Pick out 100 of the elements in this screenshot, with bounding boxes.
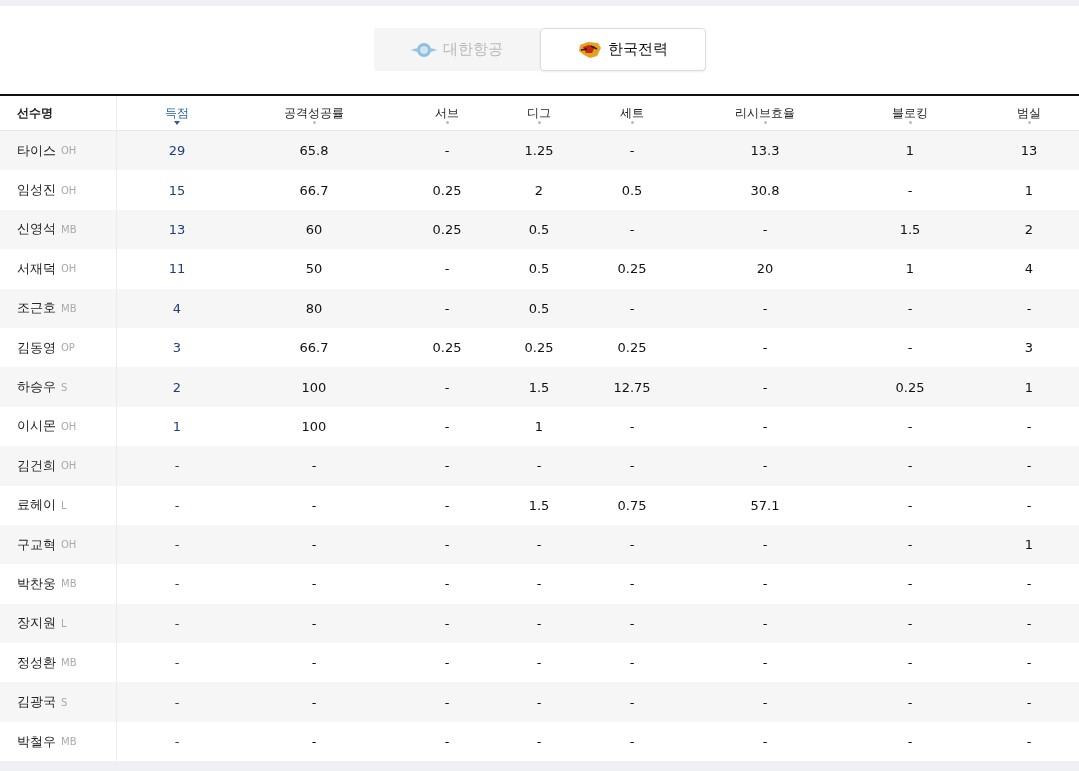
column-header[interactable]: 디그: [503, 96, 575, 130]
table-cell: -: [1026, 734, 1032, 750]
table-cell: -: [536, 576, 542, 592]
table-cell: -: [629, 300, 635, 316]
player-name: 신영석: [17, 220, 56, 239]
table-cell: -: [1026, 615, 1032, 631]
position-label: OH: [61, 420, 77, 432]
table-cell: 0.5: [528, 300, 550, 316]
team-tab[interactable]: 한국전력: [539, 28, 706, 71]
table-cell: 0.25: [524, 340, 554, 356]
table-cell: -: [762, 655, 768, 671]
table-cell: 1: [1024, 379, 1034, 395]
table-cell: 1.5: [528, 379, 550, 395]
table-cell: -: [444, 418, 450, 434]
table-cell: -: [536, 537, 542, 553]
table-cell: 1.5: [528, 497, 550, 513]
table-cell: -: [762, 379, 768, 395]
table-cell: -: [629, 576, 635, 592]
position-label: L: [61, 499, 67, 511]
table-cell: -: [444, 300, 450, 316]
column-header[interactable]: 리시브효율: [689, 96, 841, 130]
table-cell: 15: [168, 182, 186, 198]
table-cell: -: [629, 537, 635, 553]
table-cell: 1.5: [899, 221, 921, 237]
table-cell: 0.25: [617, 261, 647, 277]
table-cell: -: [762, 694, 768, 710]
player-name: 박철우: [17, 732, 56, 751]
table-cell: 2: [1024, 221, 1034, 237]
table-cell: -: [762, 300, 768, 316]
table-cell: -: [444, 615, 450, 631]
position-label: OH: [61, 263, 77, 275]
table-cell: -: [907, 576, 913, 592]
column-header[interactable]: 득점: [117, 96, 237, 130]
player-name: 정성환: [17, 653, 56, 672]
table-cell: -: [1026, 418, 1032, 434]
table-cell: 0.25: [432, 182, 462, 198]
table-cell: 1.25: [524, 143, 554, 159]
player-name: 박찬웅: [17, 575, 56, 593]
sort-dot-icon: [1028, 121, 1031, 124]
table-cell: -: [174, 458, 180, 474]
table-cell: -: [762, 458, 768, 474]
table-cell: 29: [168, 143, 186, 159]
round-emblem-icon: [410, 41, 437, 58]
player-name: 임성진: [17, 181, 56, 200]
table-cell: -: [629, 221, 635, 237]
column-header[interactable]: 범실: [979, 96, 1079, 130]
table-cell: -: [907, 182, 913, 198]
column-header[interactable]: 공격성공률: [237, 96, 391, 130]
table-cell: -: [444, 497, 450, 513]
column-header: 선수명: [0, 96, 117, 130]
table-cell: 4: [1024, 261, 1034, 277]
sort-dot-icon: [764, 121, 767, 124]
table-cell: -: [629, 143, 635, 159]
column-header[interactable]: 서브: [391, 96, 503, 130]
position-label: MB: [61, 578, 77, 590]
table-cell: -: [311, 694, 317, 710]
table-cell: 1: [905, 261, 915, 277]
table-cell: 1: [534, 418, 544, 434]
table-cell: 0.5: [528, 221, 550, 237]
sort-down-icon: [174, 121, 180, 125]
player-name: 김건희: [17, 456, 56, 475]
table-cell: 57.1: [750, 497, 780, 513]
table-cell: -: [907, 458, 913, 474]
table-cell: -: [444, 537, 450, 553]
table-cell: -: [536, 655, 542, 671]
position-label: S: [61, 696, 68, 708]
table-cell: 1: [172, 418, 182, 434]
table-cell: -: [311, 458, 317, 474]
table-cell: -: [1026, 458, 1032, 474]
table-cell: -: [444, 379, 450, 395]
table-cell: -: [762, 340, 768, 356]
table-cell: -: [174, 655, 180, 671]
table-cell: -: [174, 694, 180, 710]
table-cell: 3: [1024, 340, 1034, 356]
table-cell: -: [311, 497, 317, 513]
table-cell: 4: [172, 300, 182, 316]
table-cell: -: [444, 734, 450, 750]
table-cell: -: [1026, 655, 1032, 671]
table-cell: -: [762, 615, 768, 631]
table-cell: -: [444, 576, 450, 592]
position-label: OH: [61, 539, 77, 551]
table-cell: -: [174, 615, 180, 631]
table-cell: -: [174, 576, 180, 592]
table-cell: 65.8: [299, 143, 329, 159]
table-cell: -: [536, 615, 542, 631]
table-cell: 1: [1024, 537, 1034, 553]
table-cell: -: [311, 576, 317, 592]
table-cell: 0.25: [432, 340, 462, 356]
position-label: OP: [61, 342, 75, 354]
table-cell: -: [444, 655, 450, 671]
table-cell: -: [174, 497, 180, 513]
position-label: OH: [61, 184, 77, 196]
table-cell: 1: [1024, 182, 1034, 198]
column-header[interactable]: 블로킹: [841, 96, 979, 130]
table-cell: -: [629, 694, 635, 710]
table-cell: -: [174, 734, 180, 750]
table-cell: -: [762, 734, 768, 750]
position-label: MB: [61, 657, 77, 669]
position-label: MB: [61, 302, 77, 314]
column-header[interactable]: 세트: [575, 96, 689, 130]
